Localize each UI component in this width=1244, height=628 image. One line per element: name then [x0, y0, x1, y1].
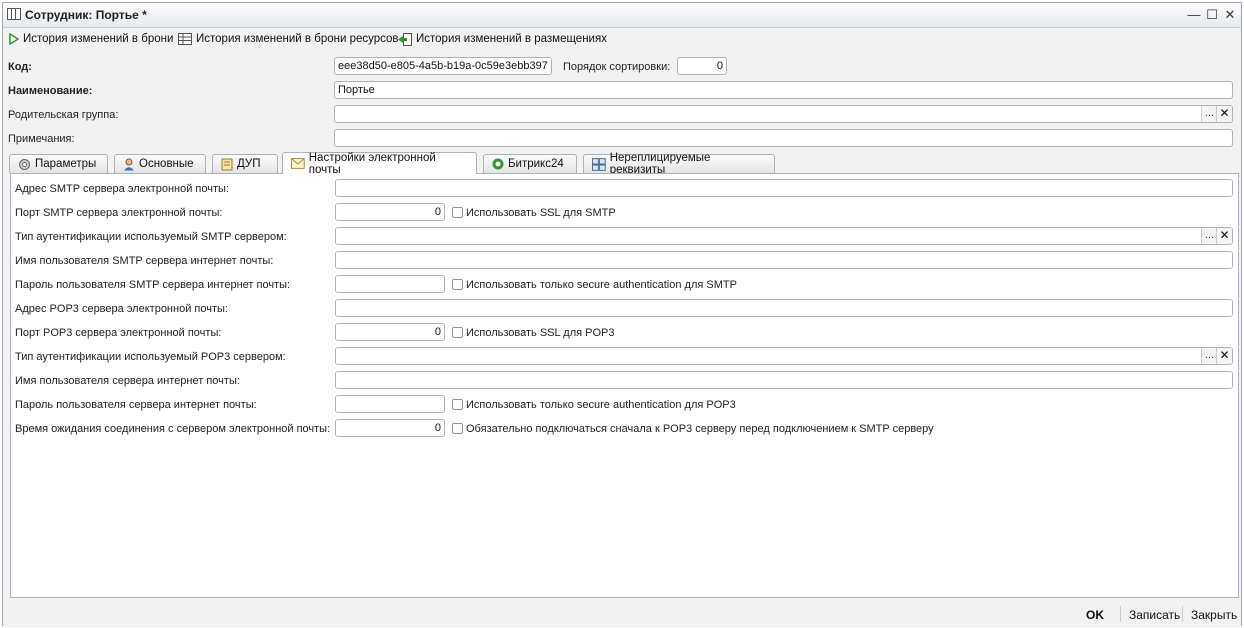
pop3-auth-type-select-button[interactable]: ...	[1201, 348, 1217, 364]
parent-group-field[interactable]: ... ✕	[334, 105, 1233, 123]
sort-order-label: Порядок сортировки:	[563, 61, 671, 73]
smtp-secure-auth-checkbox[interactable]	[452, 279, 463, 290]
table-icon	[178, 33, 192, 45]
smtp-port-label: Порт SMTP сервера электронной почты:	[15, 207, 223, 219]
document-icon	[221, 158, 233, 170]
smtp-auth-type-select-button[interactable]: ...	[1201, 228, 1217, 244]
notes-field[interactable]	[334, 129, 1233, 147]
resource-booking-history-label: История изменений в брони ресурсов	[196, 33, 399, 45]
pop3-ssl-label: Использовать SSL для POP3	[466, 327, 615, 339]
tab-email-settings-label: Настройки электронной почты	[308, 151, 436, 176]
tab-dup-label: ДУП	[237, 158, 261, 170]
close-button[interactable]: Закрыть	[1191, 608, 1237, 622]
tab-parameters-label: Параметры	[35, 158, 97, 170]
footer-separator	[1120, 606, 1121, 622]
mail-password-field[interactable]	[335, 395, 445, 413]
tab-bitrix24-label: Битрикс24	[508, 158, 564, 170]
maximize-button[interactable]: ☐	[1203, 6, 1221, 24]
pop3-address-field[interactable]	[335, 299, 1233, 317]
parent-group-select-button[interactable]: ...	[1201, 106, 1217, 122]
resource-booking-history-button[interactable]: История изменений в брони ресурсов	[178, 31, 399, 47]
timeout-field[interactable]: 0	[335, 419, 445, 437]
timeout-label: Время ожидания соединения с сервером эле…	[15, 423, 331, 435]
booking-history-button[interactable]: История изменений в брони	[9, 31, 173, 47]
pop3-before-smtp-checkbox[interactable]	[452, 423, 463, 434]
smtp-password-label: Пароль пользователя SMTP сервера интерне…	[15, 279, 291, 291]
smtp-secure-auth-label: Использовать только secure authenticatio…	[466, 279, 737, 291]
bitrix-icon	[492, 158, 504, 170]
smtp-password-field[interactable]	[335, 275, 445, 293]
smtp-ssl-checkbox[interactable]	[452, 207, 463, 218]
minimize-button[interactable]: —	[1185, 6, 1203, 24]
parent-group-clear-button[interactable]: ✕	[1216, 106, 1232, 122]
save-button[interactable]: Записать	[1129, 608, 1180, 622]
pop3-auth-type-field[interactable]: ... ✕	[335, 347, 1233, 365]
smtp-auth-type-clear-button[interactable]: ✕	[1216, 228, 1232, 244]
placement-history-label: История изменений в размещениях	[416, 33, 607, 45]
smtp-user-label: Имя пользователя SMTP сервера интернет п…	[15, 255, 274, 267]
pop3-ssl-checkbox[interactable]	[452, 327, 463, 338]
footer-separator	[1182, 606, 1183, 622]
placement-history-button[interactable]: История изменений в размещениях	[398, 31, 607, 47]
tab-dup[interactable]: ДУП	[212, 154, 278, 173]
smtp-port-field[interactable]: 0	[335, 203, 445, 221]
tab-parameters[interactable]: Параметры	[9, 154, 108, 173]
notes-label: Примечания:	[8, 133, 75, 145]
booking-history-label: История изменений в брони	[23, 33, 174, 45]
window-title: Сотрудник: Портье *	[25, 8, 147, 22]
envelope-icon	[291, 158, 305, 169]
pop3-port-field[interactable]: 0	[335, 323, 445, 341]
tab-main-label: Основные	[139, 158, 194, 170]
pop3-auth-type-label: Тип аутентификации используемый POP3 сер…	[15, 351, 286, 363]
parent-group-label: Родительская группа:	[8, 109, 119, 121]
employee-form-window: Сотрудник: Портье * — ☐ ✕ История измене…	[2, 2, 1242, 627]
checkin-icon	[398, 32, 412, 46]
mail-user-field[interactable]	[335, 371, 1233, 389]
user-icon	[124, 158, 134, 170]
tab-bitrix24[interactable]: Битрикс24	[483, 154, 577, 173]
mail-password-label: Пароль пользователя сервера интернет поч…	[15, 399, 257, 411]
name-field[interactable]: Портье	[334, 81, 1233, 99]
smtp-auth-type-field[interactable]: ... ✕	[335, 227, 1233, 245]
sort-order-field[interactable]: 0	[677, 57, 727, 75]
grid-icon	[592, 157, 606, 171]
smtp-auth-type-label: Тип аутентификации используемый SMTP сер…	[15, 231, 287, 243]
pop3-auth-type-clear-button[interactable]: ✕	[1216, 348, 1232, 364]
footer-bar: OK Записать Закрыть	[3, 601, 1241, 627]
tab-nonreplicated[interactable]: Нереплицируемые реквизиты	[583, 152, 775, 176]
code-label: Код:	[8, 61, 32, 73]
pop3-before-smtp-label: Обязательно подключаться сначала к POP3 …	[466, 423, 934, 435]
toolbar: История изменений в брони История измене…	[3, 28, 1241, 50]
smtp-address-label: Адрес SMTP сервера электронной почты:	[15, 183, 229, 195]
tab-email-settings[interactable]: Настройки электронной почты	[282, 151, 477, 176]
pop3-port-label: Порт POP3 сервера электронной почты:	[15, 327, 222, 339]
close-window-button[interactable]: ✕	[1221, 6, 1239, 24]
gear-icon	[19, 158, 30, 170]
pop3-secure-auth-checkbox[interactable]	[452, 399, 463, 410]
pop3-secure-auth-label: Использовать только secure authenticatio…	[466, 399, 736, 411]
email-settings-panel: Адрес SMTP сервера электронной почты: По…	[10, 173, 1239, 598]
ok-button[interactable]: OK	[1086, 608, 1104, 622]
smtp-user-field[interactable]	[335, 251, 1233, 269]
title-bar: Сотрудник: Портье * — ☐ ✕	[3, 3, 1241, 28]
tab-main[interactable]: Основные	[114, 154, 206, 173]
pop3-address-label: Адрес POP3 сервера электронной почты:	[15, 303, 228, 315]
mail-user-label: Имя пользователя сервера интернет почты:	[15, 375, 240, 387]
play-icon	[9, 33, 19, 45]
smtp-ssl-label: Использовать SSL для SMTP	[466, 207, 616, 219]
name-label: Наименование:	[8, 85, 93, 97]
form-icon	[7, 8, 21, 20]
smtp-address-field[interactable]	[335, 179, 1233, 197]
code-field[interactable]: eee38d50-e805-4a5b-b19a-0c59e3ebb397	[334, 57, 552, 75]
